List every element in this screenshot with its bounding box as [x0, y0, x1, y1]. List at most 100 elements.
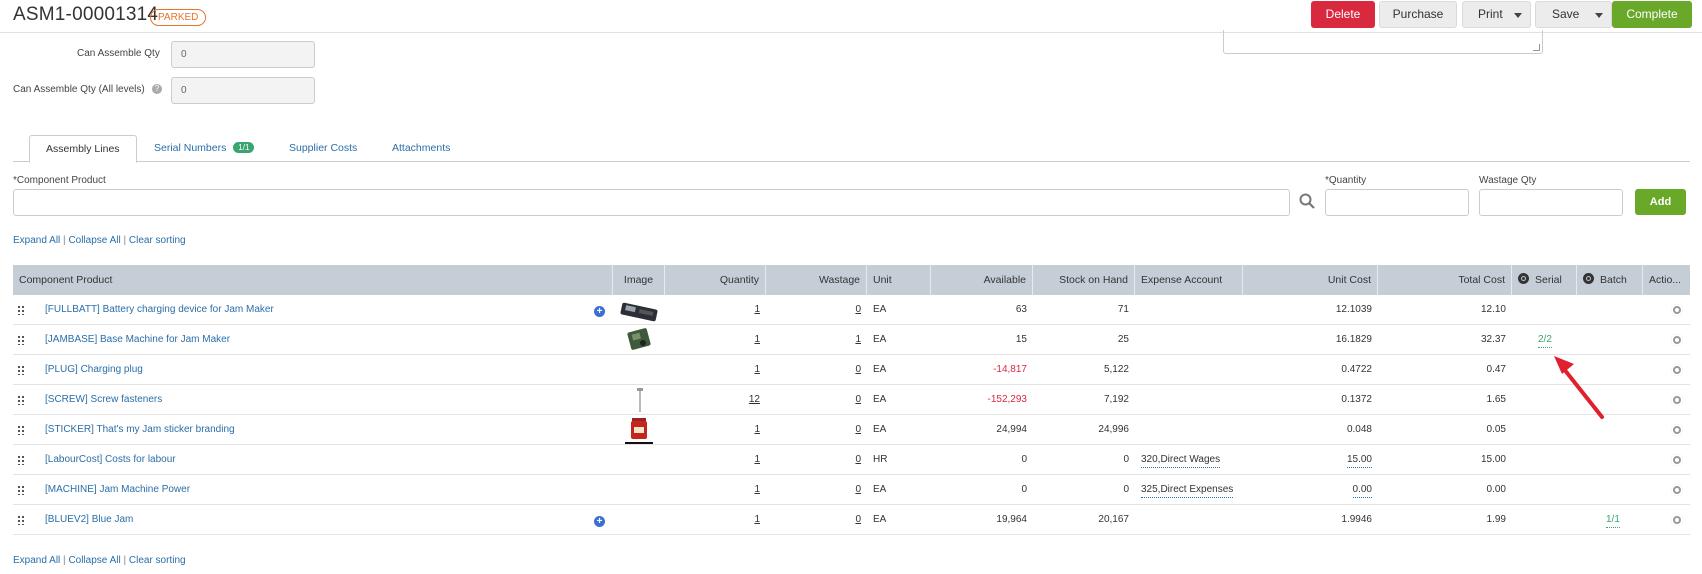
expand-plus-icon[interactable]: + — [594, 516, 605, 527]
complete-button[interactable]: Complete — [1612, 1, 1692, 28]
product-link[interactable]: [STICKER] That's my Jam sticker branding — [45, 424, 235, 435]
unit-value: EA — [873, 514, 887, 525]
row-settings-gear-icon[interactable] — [1671, 304, 1683, 316]
expense-account-link[interactable]: 320,Direct Wages — [1141, 453, 1221, 468]
wastage-value[interactable]: 0 — [855, 484, 861, 495]
tab-assembly-lines[interactable]: Assembly Lines — [29, 135, 137, 163]
unit-cost-value[interactable]: 0.00 — [1352, 483, 1372, 498]
total-cost-value: 12.10 — [1480, 304, 1506, 315]
row-settings-gear-icon[interactable] — [1671, 334, 1683, 346]
wastage-value[interactable]: 1 — [855, 334, 861, 345]
unit-value: EA — [873, 424, 887, 435]
table-row: [SCREW] Screw fasteners 12 0 EA -152,293… — [13, 385, 1690, 415]
help-icon[interactable]: ? — [152, 84, 162, 94]
expand-plus-icon[interactable]: + — [594, 306, 605, 317]
col-expense-account[interactable]: Expense Account — [1135, 265, 1243, 295]
col-total-cost[interactable]: Total Cost — [1378, 265, 1512, 295]
unit-cost-value[interactable]: 15.00 — [1346, 453, 1372, 468]
wastage-value[interactable]: 0 — [855, 454, 861, 465]
tab-serial-numbers[interactable]: Serial Numbers 1/1 — [138, 135, 270, 162]
chevron-down-icon[interactable] — [1514, 13, 1522, 18]
notes-textarea[interactable] — [1223, 30, 1543, 54]
batch-link[interactable]: 1/1 — [1606, 513, 1620, 528]
row-settings-gear-icon[interactable] — [1671, 394, 1683, 406]
row-settings-gear-icon[interactable] — [1671, 454, 1683, 466]
wastage-value[interactable]: 0 — [855, 364, 861, 375]
quantity-value[interactable]: 1 — [754, 334, 760, 345]
available-value: 0 — [1021, 484, 1027, 495]
drag-handle-icon[interactable] — [17, 305, 25, 315]
unit-value: EA — [873, 304, 887, 315]
product-link[interactable]: [BLUEV2] Blue Jam — [45, 514, 133, 525]
expand-all-link[interactable]: Expand All — [13, 235, 60, 246]
row-settings-gear-icon[interactable] — [1671, 484, 1683, 496]
clear-sorting-link[interactable]: Clear sorting — [129, 235, 186, 246]
drag-handle-icon[interactable] — [17, 515, 25, 525]
drag-handle-icon[interactable] — [17, 335, 25, 345]
col-unit[interactable]: Unit — [867, 265, 931, 295]
save-button[interactable]: Save — [1535, 1, 1612, 28]
quantity-value[interactable]: 1 — [754, 424, 760, 435]
total-cost-value: 15.00 — [1480, 454, 1506, 465]
product-link[interactable]: [MACHINE] Jam Machine Power — [45, 484, 190, 495]
row-settings-gear-icon[interactable] — [1671, 364, 1683, 376]
quantity-value[interactable]: 1 — [754, 454, 760, 465]
can-assemble-qty-field: 0 — [171, 41, 315, 68]
purchase-button[interactable]: Purchase — [1379, 1, 1457, 28]
row-settings-gear-icon[interactable] — [1671, 514, 1683, 526]
drag-handle-icon[interactable] — [17, 485, 25, 495]
wastage-value[interactable]: 0 — [855, 514, 861, 525]
col-unit-cost[interactable]: Unit Cost — [1243, 265, 1378, 295]
product-link[interactable]: [PLUG] Charging plug — [45, 364, 143, 375]
wastage-value[interactable]: 0 — [855, 304, 861, 315]
product-link[interactable]: [LabourCost] Costs for labour — [45, 454, 176, 465]
collapse-all-link[interactable]: Collapse All — [68, 235, 120, 246]
gear-icon[interactable] — [1518, 273, 1529, 284]
expand-all-link[interactable]: Expand All — [13, 555, 60, 566]
quantity-value[interactable]: 1 — [754, 304, 760, 315]
wastage-value[interactable]: 0 — [855, 424, 861, 435]
annotation-arrow-icon — [1554, 356, 1604, 419]
add-button[interactable]: Add — [1635, 189, 1686, 215]
col-stock-on-hand[interactable]: Stock on Hand — [1033, 265, 1135, 295]
search-icon[interactable] — [1299, 193, 1315, 209]
col-quantity[interactable]: Quantity — [665, 265, 766, 295]
collapse-all-link[interactable]: Collapse All — [68, 555, 120, 566]
delete-button[interactable]: Delete — [1311, 1, 1375, 28]
row-settings-gear-icon[interactable] — [1671, 424, 1683, 436]
unit-cost-value: 0.048 — [1346, 424, 1372, 435]
drag-handle-icon[interactable] — [17, 395, 25, 405]
col-image: Image — [613, 265, 665, 295]
wastage-value[interactable]: 0 — [855, 394, 861, 405]
product-image — [625, 418, 653, 444]
drag-handle-icon[interactable] — [17, 455, 25, 465]
quantity-value[interactable]: 12 — [749, 394, 760, 405]
clear-sorting-link[interactable]: Clear sorting — [129, 555, 186, 566]
table-row: [LabourCost] Costs for labour 1 0 HR 0 0… — [13, 445, 1690, 475]
gear-icon[interactable] — [1583, 273, 1594, 284]
quantity-value[interactable]: 1 — [754, 484, 760, 495]
product-link[interactable]: [JAMBASE] Base Machine for Jam Maker — [45, 334, 230, 345]
drag-handle-icon[interactable] — [17, 365, 25, 375]
expense-account-link[interactable]: 325,Direct Expenses — [1141, 483, 1234, 498]
chevron-down-icon[interactable] — [1595, 13, 1603, 18]
col-serial[interactable]: Serial — [1512, 265, 1577, 295]
col-wastage[interactable]: Wastage — [766, 265, 867, 295]
quantity-input[interactable] — [1325, 189, 1469, 216]
resize-handle-icon[interactable] — [1533, 44, 1540, 51]
drag-handle-icon[interactable] — [17, 425, 25, 435]
tab-attachments[interactable]: Attachments — [376, 135, 466, 162]
serial-link[interactable]: 2/2 — [1538, 333, 1552, 348]
col-available[interactable]: Available — [931, 265, 1033, 295]
col-batch[interactable]: Batch — [1577, 265, 1643, 295]
quantity-value[interactable]: 1 — [754, 364, 760, 375]
wastage-qty-input[interactable] — [1479, 189, 1623, 216]
component-product-input[interactable] — [13, 189, 1290, 216]
quantity-value[interactable]: 1 — [754, 514, 760, 525]
print-button[interactable]: Print — [1462, 1, 1531, 28]
tab-supplier-costs[interactable]: Supplier Costs — [273, 135, 373, 162]
table-row: [PLUG] Charging plug 1 0 EA -14,817 5,12… — [13, 355, 1690, 385]
product-link[interactable]: [SCREW] Screw fasteners — [45, 394, 162, 405]
product-link[interactable]: [FULLBATT] Battery charging device for J… — [45, 304, 274, 315]
col-component-product[interactable]: Component Product — [13, 265, 613, 295]
